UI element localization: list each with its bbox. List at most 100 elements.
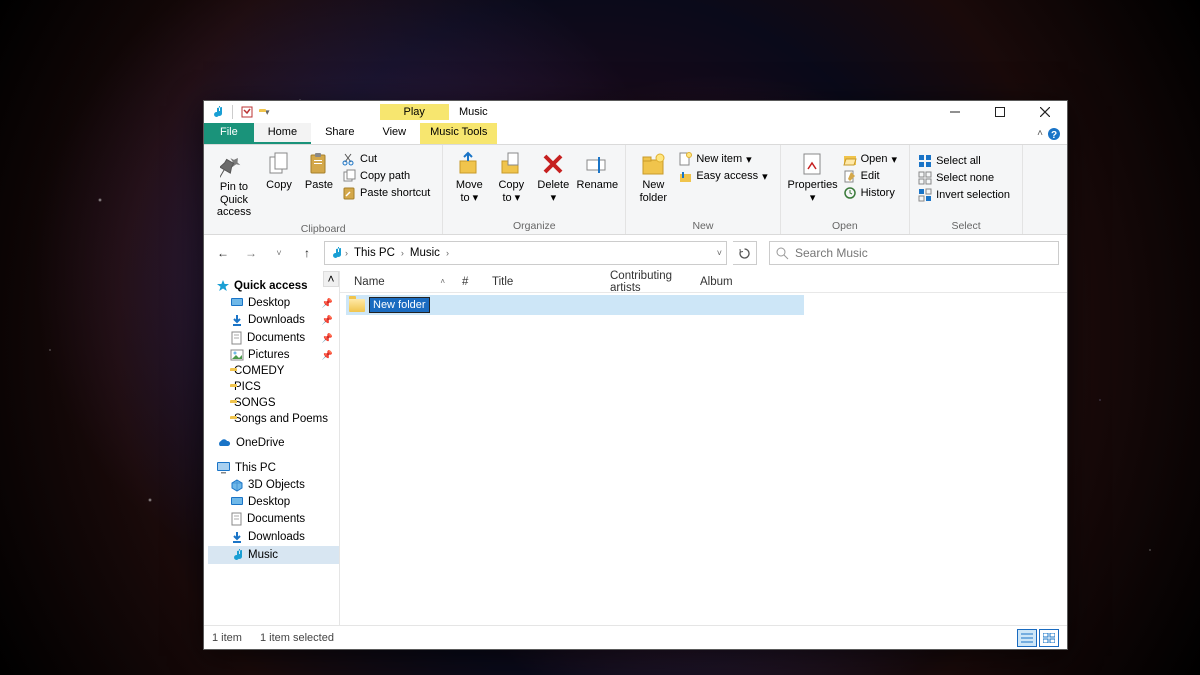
tab-share[interactable]: Share xyxy=(311,123,368,144)
address-bar[interactable]: › This PC › Music › ˅ xyxy=(324,241,727,265)
sidebar-item-music[interactable]: Music xyxy=(208,546,339,564)
paste-shortcut-button[interactable]: Paste shortcut xyxy=(340,185,436,201)
refresh-button[interactable] xyxy=(733,241,757,265)
forward-button[interactable]: → xyxy=(240,242,262,264)
edit-button[interactable]: Edit xyxy=(841,168,903,184)
help-icon[interactable]: ? xyxy=(1047,127,1061,141)
invert-label: Invert selection xyxy=(936,189,1010,201)
properties-qat-icon[interactable] xyxy=(241,106,253,118)
ribbon-group-select: Select all Select none Invert selection … xyxy=(910,145,1023,234)
copy-label: Copy xyxy=(266,179,292,192)
pin-to-quick-access-button[interactable]: Pin to Quick access xyxy=(210,147,258,223)
column-artist[interactable]: Contributing artists xyxy=(602,271,692,292)
search-placeholder: Search Music xyxy=(795,246,868,260)
column-track[interactable]: # xyxy=(454,271,484,292)
select-none-button[interactable]: Select none xyxy=(916,170,1016,186)
chevron-right-icon[interactable]: › xyxy=(401,248,404,258)
column-title[interactable]: Title xyxy=(484,271,602,292)
chevron-right-icon[interactable]: › xyxy=(446,248,449,258)
item-label: PICS xyxy=(234,381,261,393)
pin-icon: 📌 xyxy=(322,298,337,309)
search-box[interactable]: Search Music xyxy=(769,241,1059,265)
context-tab-header[interactable]: Play xyxy=(380,104,449,120)
delete-button[interactable]: Delete ▾ xyxy=(533,147,573,208)
sidebar-item-documents[interactable]: Documents📌 xyxy=(208,329,339,347)
item-label: Pictures xyxy=(248,349,290,361)
rename-button[interactable]: Rename xyxy=(575,147,619,196)
sidebar-item-songs[interactable]: SONGS xyxy=(208,395,339,411)
file-list-pane: Name˄ # Title Contributing artists Album… xyxy=(340,271,1067,625)
delete-label: Delete xyxy=(537,179,569,191)
column-headers: Name˄ # Title Contributing artists Album xyxy=(340,271,1067,293)
sidebar-item-desktop[interactable]: Desktop📌 xyxy=(208,295,339,311)
minimize-button[interactable] xyxy=(932,101,977,123)
qat-dropdown-icon[interactable]: ▾ xyxy=(265,107,270,118)
explorer-window: ▾ Play Music File Home Share View Music … xyxy=(203,100,1068,650)
paste-button[interactable]: Paste xyxy=(300,147,338,196)
file-tab[interactable]: File xyxy=(204,123,254,144)
sidebar-item-downloads[interactable]: Downloads📌 xyxy=(208,311,339,329)
sidebar-this-pc[interactable]: This PC xyxy=(208,459,339,476)
item-label: SONGS xyxy=(234,397,276,409)
sidebar-item-pics[interactable]: PICS xyxy=(208,379,339,395)
column-album[interactable]: Album xyxy=(692,271,792,292)
view-icons-button[interactable] xyxy=(1039,629,1059,647)
rename-input[interactable]: New folder xyxy=(369,297,430,313)
sidebar-item-documents[interactable]: Documents xyxy=(208,510,339,528)
chevron-right-icon[interactable]: › xyxy=(345,248,348,258)
breadcrumb-this-pc[interactable]: This PC xyxy=(350,245,399,261)
sidebar-quick-access[interactable]: Quick access xyxy=(208,277,339,295)
sidebar-item-desktop[interactable]: Desktop xyxy=(208,494,339,510)
sidebar-item-songs-and-poems[interactable]: Songs and Poems xyxy=(208,411,339,427)
file-row[interactable]: New folder xyxy=(346,295,804,315)
open-button[interactable]: Open ▾ xyxy=(841,151,903,167)
recent-locations-button[interactable]: ˅ xyxy=(268,242,290,264)
ribbon-group-organize: Move to ▾ Copy to ▾ Delete ▾ Rename Orga… xyxy=(443,145,626,234)
tab-home[interactable]: Home xyxy=(254,123,311,144)
close-button[interactable] xyxy=(1022,101,1067,123)
sidebar-item-pictures[interactable]: Pictures📌 xyxy=(208,347,339,363)
view-details-button[interactable] xyxy=(1017,629,1037,647)
invert-selection-button[interactable]: Invert selection xyxy=(916,187,1016,203)
ribbon-group-new: New folder New item ▾ Easy access ▾ New xyxy=(626,145,780,234)
open-group-label: Open xyxy=(787,220,903,234)
move-to-button[interactable]: Move to ▾ xyxy=(449,147,489,208)
up-button[interactable]: ↑ xyxy=(296,242,318,264)
ribbon-collapse-icon[interactable]: ˄ xyxy=(1037,128,1043,139)
star-icon xyxy=(216,279,230,293)
svg-text:?: ? xyxy=(1051,130,1057,141)
copy-path-button[interactable]: Copy path xyxy=(340,168,436,184)
item-label: Songs and Poems xyxy=(234,413,328,425)
file-list[interactable]: New folder xyxy=(340,293,1067,625)
back-button[interactable]: ← xyxy=(212,242,234,264)
sidebar-item-comedy[interactable]: COMEDY xyxy=(208,363,339,379)
rename-label: Rename xyxy=(577,179,619,192)
new-folder-button[interactable]: New folder xyxy=(632,147,674,208)
history-button[interactable]: History xyxy=(841,185,903,201)
paste-shortcut-label: Paste shortcut xyxy=(360,187,430,199)
easy-access-button[interactable]: Easy access ▾ xyxy=(676,168,773,184)
sidebar-item-3d-objects[interactable]: 3D Objects xyxy=(208,476,339,494)
breadcrumb-music[interactable]: Music xyxy=(406,245,444,261)
onedrive-label: OneDrive xyxy=(236,437,285,449)
title-bar: ▾ Play Music xyxy=(204,101,1067,123)
pin-label: Pin to Quick access xyxy=(212,181,256,219)
sidebar-scroll-up[interactable]: ˄ xyxy=(323,271,339,287)
column-name[interactable]: Name˄ xyxy=(346,271,454,292)
address-dropdown-icon[interactable]: ˅ xyxy=(717,248,722,258)
select-all-button[interactable]: Select all xyxy=(916,153,1016,169)
tab-view[interactable]: View xyxy=(368,123,420,144)
cloud-icon xyxy=(216,437,232,449)
copy-to-button[interactable]: Copy to ▾ xyxy=(491,147,531,208)
sidebar-onedrive[interactable]: OneDrive xyxy=(208,435,339,451)
copy-button[interactable]: Copy xyxy=(260,147,298,196)
maximize-button[interactable] xyxy=(977,101,1022,123)
tab-music-tools[interactable]: Music Tools xyxy=(420,123,497,144)
cut-button[interactable]: Cut xyxy=(340,151,436,167)
move-to-label: Move to xyxy=(456,179,483,204)
properties-button[interactable]: Properties ▾ xyxy=(787,147,839,208)
new-item-button[interactable]: New item ▾ xyxy=(676,151,773,167)
item-label: 3D Objects xyxy=(248,479,305,491)
item-label: Desktop xyxy=(248,496,290,508)
sidebar-item-downloads[interactable]: Downloads xyxy=(208,528,339,546)
